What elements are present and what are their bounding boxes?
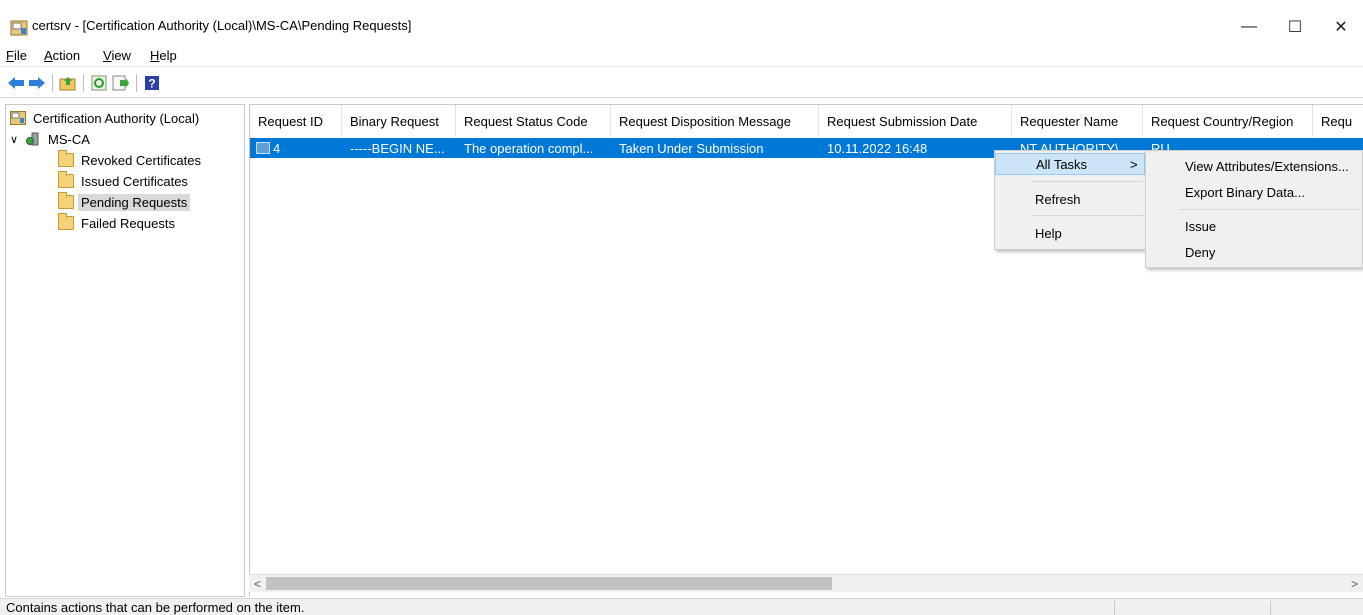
column-header-request-country-region[interactable]: Request Country/Region [1143, 105, 1313, 137]
scroll-right-arrow[interactable]: > [1346, 575, 1363, 592]
column-header-requester-name[interactable]: Requester Name [1012, 105, 1143, 137]
maximize-button[interactable]: ☐ [1272, 10, 1318, 44]
submenu-arrow-icon: > [1130, 156, 1138, 172]
menu-item-help[interactable]: Help [995, 222, 1145, 244]
tree-folder-label: Revoked Certificates [81, 152, 201, 168]
menu-separator [1180, 209, 1360, 210]
back-icon[interactable] [6, 73, 26, 93]
folder-icon [58, 213, 74, 230]
column-header-binary-request[interactable]: Binary Request [342, 105, 456, 137]
cell-request-id: 4 [250, 138, 342, 158]
scrollbar-thumb[interactable] [266, 577, 832, 590]
up-folder-icon[interactable] [58, 73, 78, 93]
request-row-icon [256, 142, 270, 154]
column-header-request-status-code[interactable]: Request Status Code [456, 105, 611, 137]
tree-folder-revoked-certificates[interactable]: Revoked Certificates [58, 150, 201, 170]
menu-view[interactable]: View [103, 48, 131, 63]
status-divider [1114, 601, 1115, 615]
menu-separator [1031, 181, 1143, 182]
minimize-button[interactable]: — [1226, 10, 1272, 44]
toolbar-separator [52, 74, 53, 92]
close-button[interactable]: ✕ [1318, 10, 1363, 44]
column-header-truncated[interactable]: Requ [1313, 105, 1363, 137]
ca-server-icon [26, 132, 39, 146]
menu-item-issue[interactable]: Issue [1146, 215, 1362, 237]
cell-binary-request: -----BEGIN NE... [350, 140, 445, 156]
forward-icon[interactable] [27, 73, 47, 93]
console-tree: Certification Authority (Local) ∨ MS-CA … [5, 104, 245, 597]
refresh-icon[interactable] [89, 73, 109, 93]
horizontal-scrollbar[interactable]: < > [249, 574, 1363, 592]
tree-folder-label: Issued Certificates [81, 173, 188, 189]
column-header-request-id[interactable]: Request ID [250, 105, 342, 137]
folder-icon [58, 171, 74, 188]
certsrv-snapin-icon [10, 111, 26, 125]
cell-submission-date: 10.11.2022 16:48 [827, 140, 928, 156]
toolbar-separator [83, 74, 84, 92]
certsrv-app-icon [10, 20, 28, 36]
menu-bar: File Action View Help [0, 45, 1363, 67]
title-bar: certsrv - [Certification Authority (Loca… [0, 0, 1363, 44]
tree-root-certification-authority[interactable]: Certification Authority (Local) [10, 108, 199, 128]
export-list-icon[interactable] [111, 73, 131, 93]
cell-disposition-message: Taken Under Submission [619, 140, 764, 156]
all-tasks-submenu: View Attributes/Extensions... Export Bin… [1145, 150, 1363, 268]
tree-folder-label: Failed Requests [81, 215, 175, 231]
tree-node-label: MS-CA [48, 131, 90, 147]
status-text: Contains actions that can be performed o… [6, 600, 305, 615]
toolbar-separator [136, 74, 137, 92]
folder-icon [58, 192, 74, 209]
column-header-request-disposition-message[interactable]: Request Disposition Message [611, 105, 819, 137]
scroll-left-arrow[interactable]: < [249, 575, 266, 592]
folder-icon [58, 150, 74, 167]
window-title: certsrv - [Certification Authority (Loca… [32, 18, 412, 33]
status-divider [1270, 601, 1271, 615]
menu-file[interactable]: File [6, 48, 27, 63]
tree-root-label: Certification Authority (Local) [33, 110, 200, 126]
svg-text:?: ? [148, 77, 155, 91]
status-bar: Contains actions that can be performed o… [0, 598, 1363, 615]
menu-item-view-attributes-extensions[interactable]: View Attributes/Extensions... [1146, 155, 1362, 177]
tree-node-ms-ca[interactable]: ∨ MS-CA [10, 129, 90, 149]
menu-help[interactable]: Help [150, 48, 177, 63]
column-header-request-submission-date[interactable]: Request Submission Date [819, 105, 1012, 137]
menu-item-all-tasks[interactable]: All Tasks > [995, 153, 1145, 175]
menu-item-refresh[interactable]: Refresh [995, 188, 1145, 210]
expand-chevron-icon[interactable]: ∨ [10, 133, 22, 146]
tree-folder-issued-certificates[interactable]: Issued Certificates [58, 171, 188, 191]
menu-separator [1031, 215, 1143, 216]
tree-folder-pending-requests[interactable]: Pending Requests [58, 192, 191, 212]
toolbar: ? [0, 68, 1363, 98]
menu-item-export-binary-data[interactable]: Export Binary Data... [1146, 181, 1362, 203]
help-icon[interactable]: ? [142, 73, 162, 93]
menu-action[interactable]: Action [44, 48, 80, 63]
cell-status-code: The operation compl... [464, 140, 594, 156]
menu-item-deny[interactable]: Deny [1146, 241, 1362, 263]
tree-folder-label: Pending Requests [78, 193, 191, 211]
context-menu: All Tasks > Refresh Help [994, 150, 1146, 250]
tree-folder-failed-requests[interactable]: Failed Requests [58, 213, 175, 233]
